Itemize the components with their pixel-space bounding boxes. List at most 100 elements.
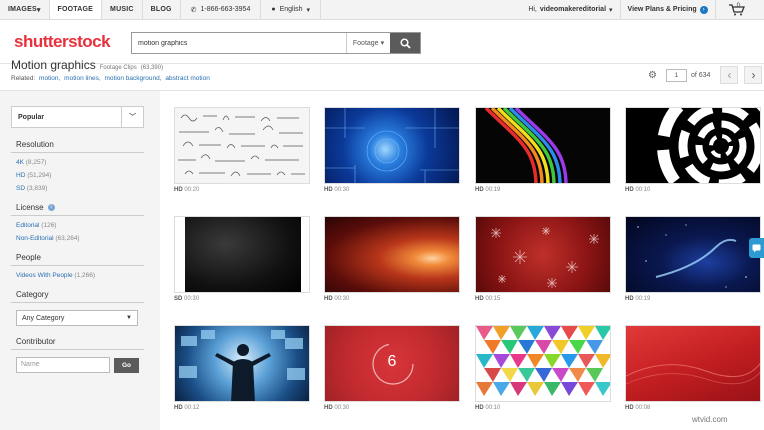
resolution-filter: Resolution 4K (8,257) HD (51,294) SD (3,… <box>11 140 150 192</box>
related-link[interactable]: motion, <box>39 75 60 82</box>
video-thumbnail[interactable] <box>174 107 310 184</box>
info-icon[interactable]: i <box>47 204 55 211</box>
video-thumbnail[interactable] <box>324 107 460 184</box>
video-thumbnail[interactable] <box>174 325 310 402</box>
category-select[interactable]: Any Category ▼ <box>16 310 138 326</box>
filter-item-editorial[interactable]: Editorial (126) <box>11 222 150 229</box>
video-tile[interactable]: SD 00:30 <box>174 216 310 302</box>
video-thumbnail[interactable] <box>324 216 460 293</box>
nav-images[interactable]: IMAGES ▾ <box>0 0 50 19</box>
video-tile[interactable]: HD 00:30 <box>324 107 460 193</box>
caret-down-icon: ▾ <box>380 40 385 47</box>
video-tile[interactable]: HD 00:19 <box>475 107 611 193</box>
gear-icon[interactable]: ⚙ <box>648 70 657 81</box>
language-selector[interactable]: ● English ▾ <box>261 0 322 19</box>
nav-blog[interactable]: BLOG <box>143 0 181 19</box>
contributor-name-input[interactable]: Name <box>16 357 110 373</box>
clip-meta: SD 00:30 <box>174 296 200 302</box>
plans-pricing-link[interactable]: View Plans & Pricing › <box>619 0 715 19</box>
watermark: wtvid.com <box>692 415 728 424</box>
clip-meta: HD 00:30 <box>324 187 350 193</box>
rainbow-ribbons-art <box>484 108 568 183</box>
nav-music[interactable]: MUSIC <box>102 0 143 19</box>
results-title: Motion graphics Footage Clips (63,390) <box>11 58 163 72</box>
clip-meta: HD 00:19 <box>625 296 651 302</box>
cart-button[interactable]: 0 <box>714 0 764 19</box>
cart-count: 0 <box>736 2 740 9</box>
category-heading: Category <box>11 290 144 303</box>
results-subtitle: Footage Clips <box>99 65 137 71</box>
chat-bubble-icon <box>752 244 761 252</box>
colorful-triangles-art <box>476 326 610 396</box>
account-menu[interactable]: Hi, videomakereditorial ▾ <box>521 0 619 19</box>
filter-item-4k[interactable]: 4K (8,257) <box>11 159 150 166</box>
video-thumbnail[interactable] <box>174 216 310 293</box>
space-swirl-art <box>637 224 747 288</box>
globe-icon: ● <box>271 6 276 13</box>
prev-page-button[interactable]: ‹ <box>720 66 739 84</box>
pagination: ⚙ 1 of 634 ‹ › <box>648 66 763 84</box>
arrow-right-icon: › <box>699 5 708 14</box>
video-thumbnail[interactable] <box>475 325 611 402</box>
license-filter: License i Editorial (126) Non-Editorial (… <box>11 203 150 242</box>
username: videomakereditorial <box>539 6 607 13</box>
video-thumbnail[interactable] <box>625 107 761 184</box>
related-searches: Related: motion, motion lines, motion ba… <box>11 75 210 82</box>
category-filter: Category Any Category ▼ <box>11 290 150 326</box>
shutterstock-logo[interactable]: shutterstock <box>14 32 111 52</box>
contributor-filter: Contributor Name Go <box>11 337 150 373</box>
next-page-button[interactable]: › <box>744 66 763 84</box>
video-tile[interactable]: HD 00:08 <box>625 325 761 411</box>
filter-item-non-editorial[interactable]: Non-Editorial (63,264) <box>11 235 150 242</box>
red-wave-art <box>626 362 760 385</box>
search-type-select[interactable]: Footage ▾ <box>346 33 390 53</box>
tech-circuit-art <box>325 108 459 183</box>
filter-item-people[interactable]: Videos With People (1,266) <box>11 272 150 279</box>
video-thumbnail[interactable] <box>475 216 611 293</box>
page-number-input[interactable]: 1 <box>665 68 687 82</box>
snowflakes-art <box>491 227 599 288</box>
search-input[interactable] <box>132 33 346 53</box>
video-tile[interactable]: HD 00:30 <box>324 216 460 302</box>
search-button[interactable] <box>390 33 420 53</box>
results-count: (63,390) <box>140 65 164 71</box>
feedback-button[interactable] <box>749 238 764 258</box>
video-tile[interactable]: HD 00:19 <box>625 216 761 302</box>
video-tile[interactable]: HD 00:10 <box>475 325 611 411</box>
video-tile[interactable]: HD 00:15 <box>475 216 611 302</box>
filter-sidebar: Popular ﹀ Resolution 4K (8,257) HD (51,2… <box>0 91 160 430</box>
related-link[interactable]: motion lines, <box>64 75 101 82</box>
video-thumbnail[interactable] <box>625 325 761 402</box>
related-link[interactable]: abstract motion <box>165 75 209 82</box>
countdown-number: 6 <box>387 353 397 370</box>
video-thumbnail[interactable]: 6 <box>324 325 460 402</box>
video-tile[interactable]: 6 HD 00:30 <box>324 325 460 411</box>
video-tile[interactable]: HD 00:12 <box>174 325 310 411</box>
video-thumbnail[interactable] <box>625 216 761 293</box>
clip-meta: HD 00:10 <box>625 187 651 193</box>
nav-footage[interactable]: FOOTAGE <box>49 0 103 19</box>
clip-meta: HD 00:20 <box>174 187 200 193</box>
filter-item-hd[interactable]: HD (51,294) <box>11 172 150 179</box>
video-tile[interactable]: HD 00:10 <box>625 107 761 193</box>
resolution-heading: Resolution <box>11 140 144 153</box>
caret-down-icon: ▾ <box>36 6 41 14</box>
video-thumbnail[interactable] <box>475 107 611 184</box>
clip-meta: HD 00:30 <box>324 296 350 302</box>
filter-item-sd[interactable]: SD (3,839) <box>11 185 150 192</box>
sort-select[interactable]: Popular ﹀ <box>11 106 144 128</box>
video-tile[interactable]: HD 00:20 <box>174 107 310 193</box>
caret-down-icon: ▾ <box>609 6 613 14</box>
chevron-down-icon: ﹀ <box>121 107 143 127</box>
clip-meta: HD 00:15 <box>475 296 501 302</box>
chevron-right-icon: › <box>751 68 756 82</box>
related-link[interactable]: motion background, <box>104 75 161 82</box>
phone-number[interactable]: ✆ 1-866-663-3954 <box>181 0 262 19</box>
phone-icon: ✆ <box>190 6 197 14</box>
clip-meta: HD 00:30 <box>324 405 350 411</box>
page-title: Motion graphics <box>11 58 96 72</box>
person-screens-art <box>179 330 305 401</box>
go-button[interactable]: Go <box>114 357 139 373</box>
math-formulas-art <box>178 114 305 177</box>
caret-down-icon: ▼ <box>126 315 132 321</box>
